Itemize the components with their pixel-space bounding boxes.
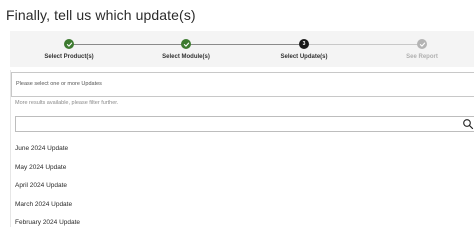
select-placeholder: Please select one or more Updates xyxy=(16,81,102,87)
step-connector xyxy=(70,44,186,45)
list-item[interactable]: June 2024 Update xyxy=(15,140,471,159)
step-2-label: Select Module(s) xyxy=(162,54,210,60)
list-item[interactable]: April 2024 Update xyxy=(15,177,471,196)
search-icon[interactable] xyxy=(462,118,474,130)
step-1-done-indicator xyxy=(64,39,74,49)
search-input[interactable] xyxy=(16,117,446,131)
update-options-list: June 2024 Update May 2024 Update April 2… xyxy=(15,140,471,227)
update-select-panel: Please select one or more Updates More r… xyxy=(10,70,474,227)
checkmark-icon xyxy=(419,41,426,48)
step-3-label: Select Update(s) xyxy=(280,54,328,60)
list-item[interactable]: May 2024 Update xyxy=(15,159,471,178)
more-results-hint: More results available, please filter fu… xyxy=(15,100,119,106)
page-title: Finally, tell us which update(s) xyxy=(6,7,196,23)
step-connector xyxy=(186,44,304,45)
step-4-label: See Report xyxy=(406,54,438,60)
search-box xyxy=(15,116,474,132)
list-item[interactable]: March 2024 Update xyxy=(15,196,471,215)
step-3-number: 3 xyxy=(302,40,306,47)
step-4-pending-indicator xyxy=(417,39,427,49)
checkmark-icon xyxy=(183,41,190,48)
step-connector xyxy=(304,44,422,45)
list-item[interactable]: February 2024 Update xyxy=(15,214,471,227)
checkmark-icon xyxy=(66,41,73,48)
step-1-label: Select Product(s) xyxy=(44,54,94,60)
update-select-field[interactable]: Please select one or more Updates xyxy=(11,72,474,97)
step-3-current-indicator: 3 xyxy=(299,39,309,49)
step-2-done-indicator xyxy=(181,39,191,49)
progress-stepper: Select Product(s) Select Module(s) 3 Sel… xyxy=(10,31,474,67)
page: Finally, tell us which update(s) Select … xyxy=(0,0,474,227)
